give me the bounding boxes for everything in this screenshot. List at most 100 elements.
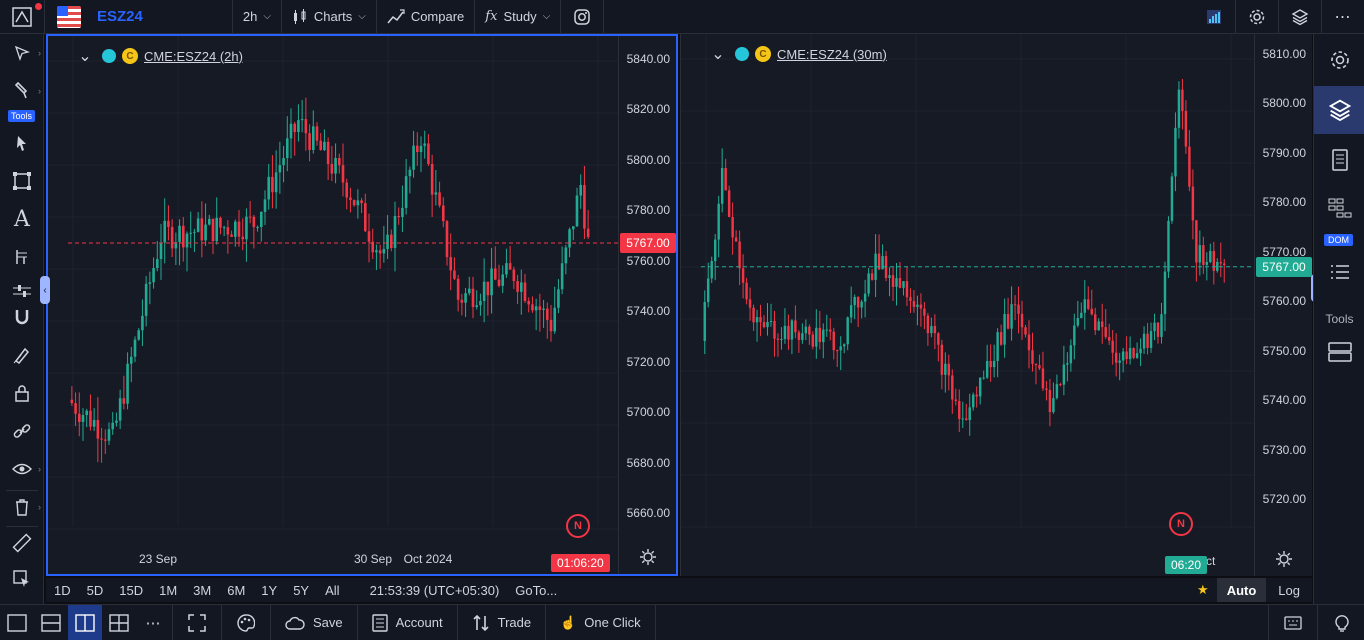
account-button[interactable]: Account [360, 605, 455, 640]
range-1d[interactable]: 1D [46, 583, 79, 598]
study-dropdown[interactable]: fx Study ⌵ [475, 0, 560, 34]
candle-body [263, 199, 267, 212]
layers-icon [1291, 8, 1309, 25]
eye-icon [12, 463, 32, 475]
visibility-tool[interactable]: › [0, 452, 44, 486]
chevron-down-icon[interactable]: ⌄ [707, 44, 729, 64]
candle-body [378, 250, 382, 254]
chart-settings-button[interactable] [1276, 551, 1292, 570]
clock[interactable]: 21:53:39 (UTC+05:30) [370, 583, 500, 598]
candle-body [586, 228, 590, 237]
settings-panel-button[interactable] [1314, 38, 1364, 82]
dom-panel-button[interactable] [1314, 186, 1364, 230]
range-6m[interactable]: 6M [219, 583, 253, 598]
one-click-button[interactable]: ☝ One Click [548, 605, 653, 640]
candle-body [219, 217, 222, 228]
palette-icon [237, 613, 255, 632]
candle-body [989, 360, 992, 368]
trade-button[interactable]: Trade [460, 605, 543, 640]
candle-body [475, 305, 479, 308]
candle-body [1167, 220, 1170, 272]
text-tool[interactable]: A [0, 202, 44, 236]
candle-body [1184, 110, 1188, 147]
candle-body [1191, 186, 1195, 221]
price-axis[interactable]: 5810.00 5800.00 5790.00 5780.00 5770.00 5760.… [1254, 34, 1312, 576]
news-badge[interactable]: N [566, 514, 590, 538]
star-icon[interactable]: ★ [1189, 582, 1217, 598]
range-3m[interactable]: 3M [185, 583, 219, 598]
candle-body [1149, 331, 1153, 348]
chart-plot-area[interactable] [681, 34, 1254, 550]
layout-grid-button[interactable] [102, 605, 136, 640]
candle-body [794, 320, 797, 333]
range-1m[interactable]: 1M [151, 583, 185, 598]
range-all[interactable]: All [317, 583, 347, 598]
market-depth-button[interactable] [1193, 0, 1235, 34]
app-logo[interactable] [0, 0, 44, 34]
candle-body [863, 293, 867, 302]
chart-panel-2h[interactable]: ⌄ C CME:ESZ24 (2h) N 5840.00 5820.00 5800.… [46, 34, 678, 576]
layout-more-button[interactable]: ⋯ [136, 605, 170, 640]
watchlist-panel-button[interactable] [1314, 138, 1364, 182]
layout-rows-button[interactable] [34, 605, 68, 640]
settings-button[interactable] [1236, 0, 1278, 34]
chart-plot-area[interactable] [48, 36, 618, 548]
stay-drawing-tool[interactable] [0, 338, 44, 372]
range-15d[interactable]: 15D [111, 583, 151, 598]
ruler-tool[interactable] [0, 526, 44, 560]
log-scale-button[interactable]: Log [1266, 583, 1312, 598]
keyboard-button[interactable] [1271, 605, 1315, 640]
charts-dropdown[interactable]: Charts ⌵ [282, 0, 376, 34]
save-button[interactable]: Save [273, 605, 355, 640]
candle-body [707, 278, 710, 303]
cursor-tool[interactable]: › [0, 36, 44, 70]
theme-button[interactable] [224, 605, 268, 640]
fib-tool[interactable] [0, 240, 44, 274]
range-5y[interactable]: 5Y [285, 583, 317, 598]
candle-body [100, 438, 103, 440]
screenshot-tool[interactable] [0, 562, 44, 596]
link-tool[interactable] [0, 414, 44, 448]
symbol-selector[interactable]: ESZ24 [45, 0, 165, 34]
layers-panel-button[interactable] [1314, 86, 1364, 134]
layout-panel-button[interactable] [1314, 330, 1364, 374]
candle-body [978, 377, 982, 397]
layout-columns-button[interactable] [68, 604, 102, 640]
fullscreen-button[interactable] [175, 605, 219, 640]
time-axis[interactable]: 23 Sep 30 Sep Oct 2024 [48, 544, 618, 574]
left-panel-collapse-handle[interactable]: ‹ [40, 276, 50, 304]
arrow-tool[interactable] [0, 126, 44, 160]
rectangle-tool[interactable] [0, 164, 44, 198]
lock-tool[interactable] [0, 376, 44, 410]
layout-single-button[interactable] [0, 605, 34, 640]
symbol-name[interactable]: ESZ24 [87, 8, 155, 25]
chevron-down-icon: ⌵ [358, 11, 366, 22]
layers-icon [1328, 99, 1351, 122]
pen-tool[interactable]: › [0, 74, 44, 108]
news-badge[interactable]: N [1169, 512, 1193, 536]
magnet-tool[interactable] [0, 300, 44, 334]
more-button[interactable]: ⋯ [1322, 0, 1364, 34]
chart-settings-button[interactable] [640, 549, 656, 568]
instagram-button[interactable] [561, 0, 603, 34]
chart-title[interactable]: CME:ESZ24 (30m) [777, 47, 887, 62]
us-flag-icon [57, 5, 81, 28]
candle-body [853, 297, 856, 306]
price-axis[interactable]: 5840.00 5820.00 5800.00 5780.00 5760.00 5740.… [618, 36, 676, 574]
one-click-label: One Click [584, 615, 641, 630]
chart-title[interactable]: CME:ESZ24 (2h) [144, 49, 243, 64]
compare-button[interactable]: Compare [377, 0, 474, 34]
orders-panel-button[interactable] [1314, 250, 1364, 294]
interval-dropdown[interactable]: 2h ⌵ [233, 0, 281, 34]
chart-panel-30m[interactable]: ⌄ C CME:ESZ24 (30m) N 5810.00 5800.00 5790… [680, 34, 1312, 576]
candle-body [1013, 304, 1017, 306]
auto-scale-button[interactable]: Auto [1216, 578, 1267, 602]
delete-tool[interactable]: › [0, 490, 44, 524]
interval-label: 2h [242, 9, 258, 24]
goto-button[interactable]: GoTo... [515, 583, 557, 598]
range-1y[interactable]: 1Y [253, 583, 285, 598]
layers-button[interactable] [1279, 0, 1321, 34]
range-5d[interactable]: 5D [79, 583, 112, 598]
hints-button[interactable] [1320, 605, 1364, 640]
chevron-down-icon[interactable]: ⌄ [74, 46, 96, 66]
